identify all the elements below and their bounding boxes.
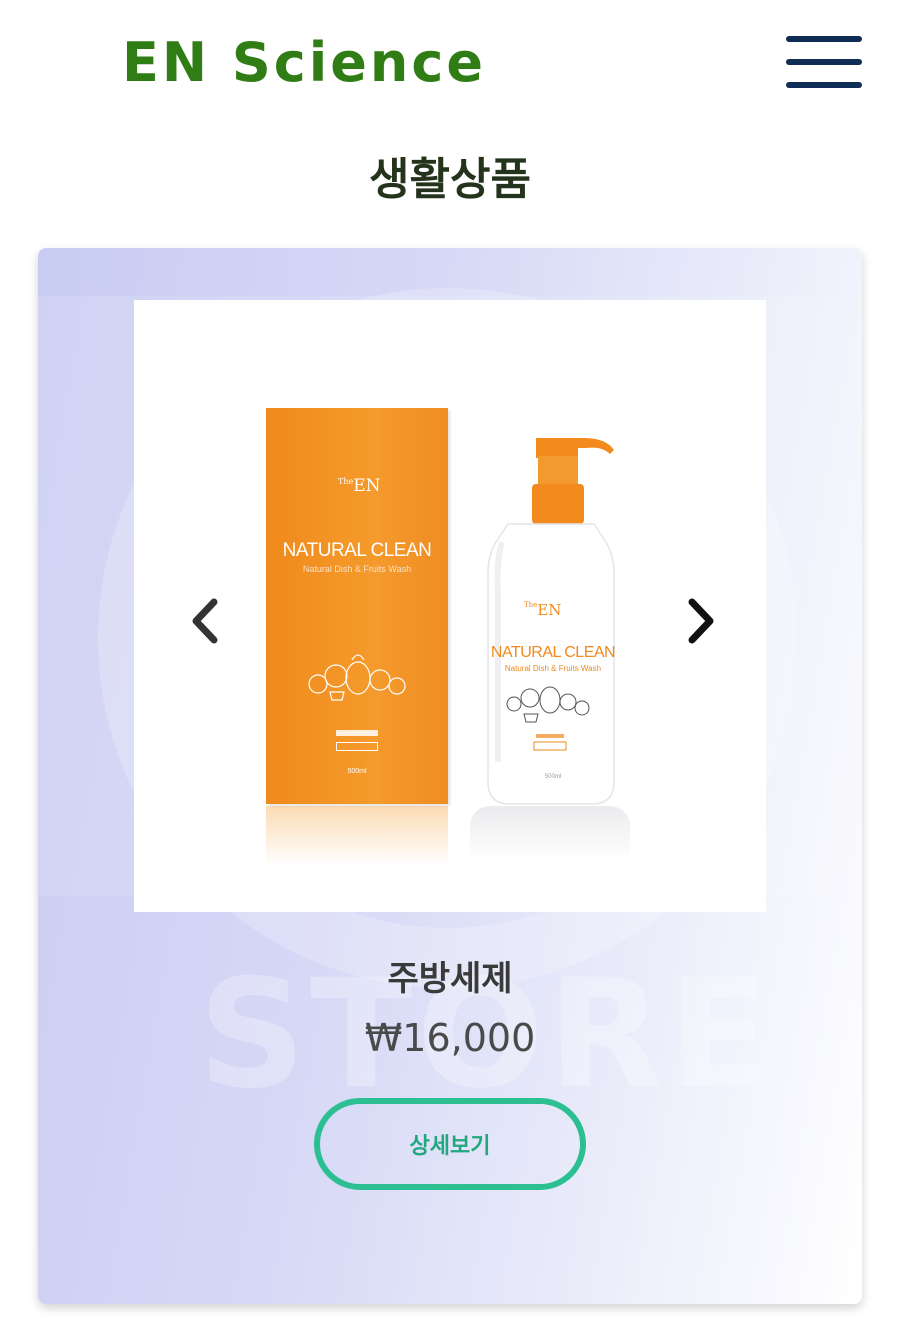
site-header: EN Science (0, 0, 900, 130)
box-product-sub: Natural Dish & Fruits Wash (302, 564, 412, 574)
menu-bar (786, 59, 862, 65)
bottle-reflection (470, 806, 630, 860)
box-fruit-illustration (308, 654, 406, 701)
box-product-line: NATURAL CLEAN (282, 540, 432, 561)
product-price: ₩16,000 (364, 1016, 536, 1060)
box-reflection (266, 806, 448, 866)
site-logo[interactable]: EN Science (122, 28, 486, 98)
menu-bar (786, 36, 862, 42)
bottle-product-sub: Natural Dish & Fruits Wash (504, 664, 602, 673)
bottle-volume: 500ml (544, 774, 562, 780)
chevron-right-icon (688, 598, 714, 644)
view-details-button[interactable]: 상세보기 (314, 1098, 586, 1190)
view-details-label: 상세보기 (409, 1134, 491, 1159)
box-label-stamp (336, 742, 378, 751)
box-brand-logo: TheEN (338, 476, 381, 496)
carousel-next-button[interactable] (678, 594, 722, 648)
product-box-image: TheEN NATURAL CLEAN Natural Dish & Fruit… (266, 408, 448, 804)
box-label-line (336, 730, 378, 736)
product-name: 주방세제 (387, 959, 513, 999)
page-title: 생활상품 (369, 154, 531, 205)
box-volume: 500ml (347, 768, 367, 775)
carousel-prev-button[interactable] (184, 594, 228, 648)
product-image-slide: TheEN NATURAL CLEAN Natural Dish & Fruit… (134, 300, 766, 912)
hamburger-menu-icon[interactable] (786, 34, 864, 94)
chevron-left-icon (192, 598, 218, 644)
product-card: STORE TheEN NATURAL CLEAN Natural Dish &… (38, 248, 862, 1304)
bottle-product-line: NATURAL CLEAN (490, 644, 616, 661)
menu-bar (786, 82, 862, 88)
